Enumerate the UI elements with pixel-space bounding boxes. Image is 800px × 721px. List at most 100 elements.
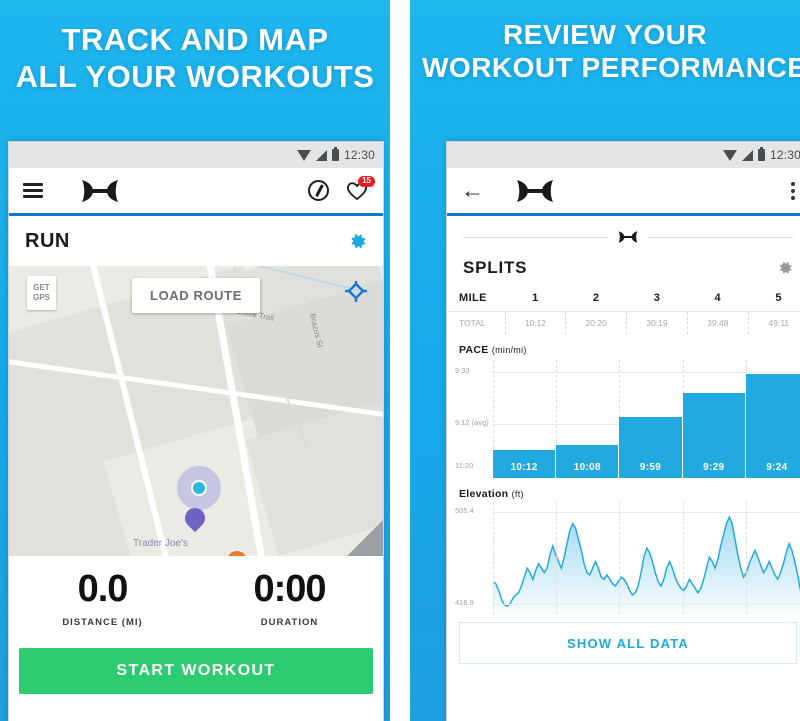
back-arrow-icon[interactable]: ← bbox=[461, 179, 484, 202]
divider-line-right bbox=[648, 236, 793, 238]
col-4: 4 bbox=[714, 292, 722, 304]
activity-title: RUN bbox=[25, 229, 70, 252]
vgridline bbox=[682, 502, 684, 614]
promo-heading-right: REVIEW YOUR WORKOUT PERFORMANCE bbox=[410, 0, 800, 84]
col-2: 2 bbox=[592, 292, 600, 304]
pace-bars: 10:12 10:08 9:59 9:29 9:24 bbox=[493, 360, 800, 478]
table-header-row: MILE 1 2 3 4 5 bbox=[447, 288, 800, 312]
elev-ytick-max: 505.4 bbox=[455, 506, 474, 515]
pace-bar-2[interactable]: 10:08 bbox=[556, 444, 620, 478]
divider-line-left bbox=[463, 236, 608, 238]
status-bar: 12:30 bbox=[447, 142, 800, 168]
promo-line-2: WORKOUT PERFORMANCE bbox=[422, 52, 800, 84]
compass-icon[interactable] bbox=[308, 180, 329, 201]
wifi-icon bbox=[296, 149, 311, 161]
elevation-chart-section: Elevation (ft) 505.4 416.9 bbox=[447, 478, 800, 614]
under-armour-logo bbox=[517, 179, 553, 202]
pace-bar-3[interactable]: 9:59 bbox=[619, 416, 683, 478]
heart-chat-icon[interactable]: 15 bbox=[345, 176, 375, 201]
stat-distance-label: DISTANCE (MI) bbox=[62, 617, 143, 628]
elevation-chart-title: Elevation (ft) bbox=[447, 488, 800, 500]
workout-detail-card: SPLITS MILE 1 2 3 4 5 TOTAL 10:12 20:20 … bbox=[447, 216, 800, 664]
pace-bar-label-1: 10:12 bbox=[510, 462, 538, 473]
phone-mockup-left: 12:30 15 RUN Creek Trail Brazos St Trade… bbox=[8, 141, 384, 721]
promo-line-1: TRACK AND MAP bbox=[61, 22, 329, 57]
pace-chart: 9:33 9:12 (avg) 11:20 10:12 10:08 9:59 9… bbox=[447, 360, 800, 478]
panel-divider bbox=[390, 0, 410, 721]
vgridline bbox=[619, 502, 621, 614]
under-armour-logo bbox=[82, 179, 118, 202]
gps-chip-line-2: GPS bbox=[33, 293, 50, 302]
pace-ytick-2: 11:20 bbox=[455, 461, 474, 470]
poi-pin-true-food[interactable] bbox=[222, 546, 252, 556]
pace-chart-section: PACE (min/mi) 9:33 9:12 (avg) 11:20 10:1… bbox=[447, 334, 800, 478]
splits-table: MILE 1 2 3 4 5 TOTAL 10:12 20:20 30:19 3… bbox=[447, 288, 800, 334]
elev-ytick-min: 416.9 bbox=[455, 598, 474, 607]
row-label-total: TOTAL bbox=[447, 311, 505, 334]
map-expand-corner[interactable] bbox=[347, 520, 383, 556]
elevation-title-text: Elevation bbox=[459, 488, 509, 500]
wifi-icon bbox=[722, 149, 737, 161]
promo-line-2: ALL YOUR WORKOUTS bbox=[15, 58, 375, 94]
total-mile-5: 49:11 bbox=[747, 311, 800, 334]
signal-icon bbox=[315, 149, 327, 161]
map-label-trader-joes: Trader Joe's bbox=[133, 538, 188, 549]
status-clock: 12:30 bbox=[343, 148, 375, 162]
pace-bar-1[interactable]: 10:12 bbox=[493, 449, 557, 478]
gps-status-chip[interactable]: GET GPS bbox=[27, 276, 56, 310]
pace-ytick-1: 9:12 (avg) bbox=[455, 418, 489, 427]
pace-bar-label-5: 9:24 bbox=[766, 462, 788, 473]
table-row: TOTAL 10:12 20:20 30:19 39:48 49:11 bbox=[447, 311, 800, 334]
app-bar-logo-slot bbox=[43, 178, 308, 204]
col-3: 3 bbox=[653, 292, 661, 304]
vgridline bbox=[745, 502, 747, 614]
col-mile: MILE bbox=[459, 292, 487, 304]
col-5: 5 bbox=[775, 292, 782, 304]
total-mile-2: 20:20 bbox=[565, 311, 627, 334]
pace-bar-label-2: 10:08 bbox=[573, 462, 601, 473]
app-bar-logo-slot bbox=[484, 178, 791, 204]
stat-duration: 0:00 DURATION bbox=[196, 570, 383, 628]
load-route-button[interactable]: LOAD ROUTE bbox=[132, 278, 260, 313]
elevation-series bbox=[493, 515, 800, 614]
gridline bbox=[493, 604, 800, 605]
pace-plot-area: 10:12 10:08 9:59 9:29 9:24 bbox=[493, 360, 800, 478]
total-mile-4: 39:48 bbox=[686, 311, 749, 334]
total-mile-3: 30:19 bbox=[626, 311, 688, 334]
promo-heading-left: TRACK AND MAP ALL YOUR WORKOUTS bbox=[0, 0, 390, 95]
col-1: 1 bbox=[532, 292, 539, 304]
kebab-menu-icon[interactable] bbox=[791, 179, 795, 203]
promo-panel-left: TRACK AND MAP ALL YOUR WORKOUTS 12:30 15… bbox=[0, 0, 390, 721]
splits-header: SPLITS bbox=[447, 250, 800, 288]
battery-icon bbox=[757, 147, 765, 161]
workout-stats: 0.0 DISTANCE (MI) 0:00 DURATION bbox=[9, 556, 383, 642]
stat-distance: 0.0 DISTANCE (MI) bbox=[9, 570, 196, 628]
promo-panel-right: REVIEW YOUR WORKOUT PERFORMANCE 12:30 ← bbox=[410, 0, 800, 721]
screenshot-root: TRACK AND MAP ALL YOUR WORKOUTS 12:30 15… bbox=[0, 0, 800, 721]
app-bar: 15 bbox=[9, 168, 383, 216]
signal-icon bbox=[741, 149, 753, 161]
status-bar: 12:30 bbox=[9, 142, 383, 168]
gear-icon[interactable] bbox=[777, 260, 793, 276]
vgridline bbox=[493, 502, 494, 614]
app-bar: ← bbox=[447, 168, 800, 216]
crosshair-icon[interactable] bbox=[343, 280, 369, 306]
promo-line-1: REVIEW YOUR bbox=[502, 19, 708, 50]
pace-title-text: PACE bbox=[459, 344, 489, 356]
map-view[interactable]: Shoal Creek Trail Brazos St Trader Joe's… bbox=[9, 266, 383, 556]
pace-bar-label-3: 9:59 bbox=[639, 462, 662, 473]
show-all-data-button[interactable]: SHOW ALL DATA bbox=[459, 622, 797, 664]
pace-bar-4[interactable]: 9:29 bbox=[682, 393, 746, 478]
pace-bar-5[interactable]: 9:24 bbox=[745, 374, 800, 478]
start-workout-button[interactable]: START WORKOUT bbox=[19, 648, 373, 694]
pace-ytick-0: 9:33 bbox=[455, 366, 470, 375]
current-location-dot bbox=[191, 480, 207, 496]
gps-chip-line-1: GET bbox=[33, 283, 50, 292]
stat-duration-value: 0:00 bbox=[253, 568, 326, 610]
pace-bar-label-4: 9:29 bbox=[703, 462, 725, 473]
gear-icon[interactable] bbox=[348, 232, 367, 251]
pace-title-unit: (min/mi) bbox=[491, 345, 527, 355]
battery-icon bbox=[331, 147, 339, 161]
hamburger-icon[interactable] bbox=[23, 180, 43, 202]
total-mile-1: 10:12 bbox=[504, 311, 566, 334]
